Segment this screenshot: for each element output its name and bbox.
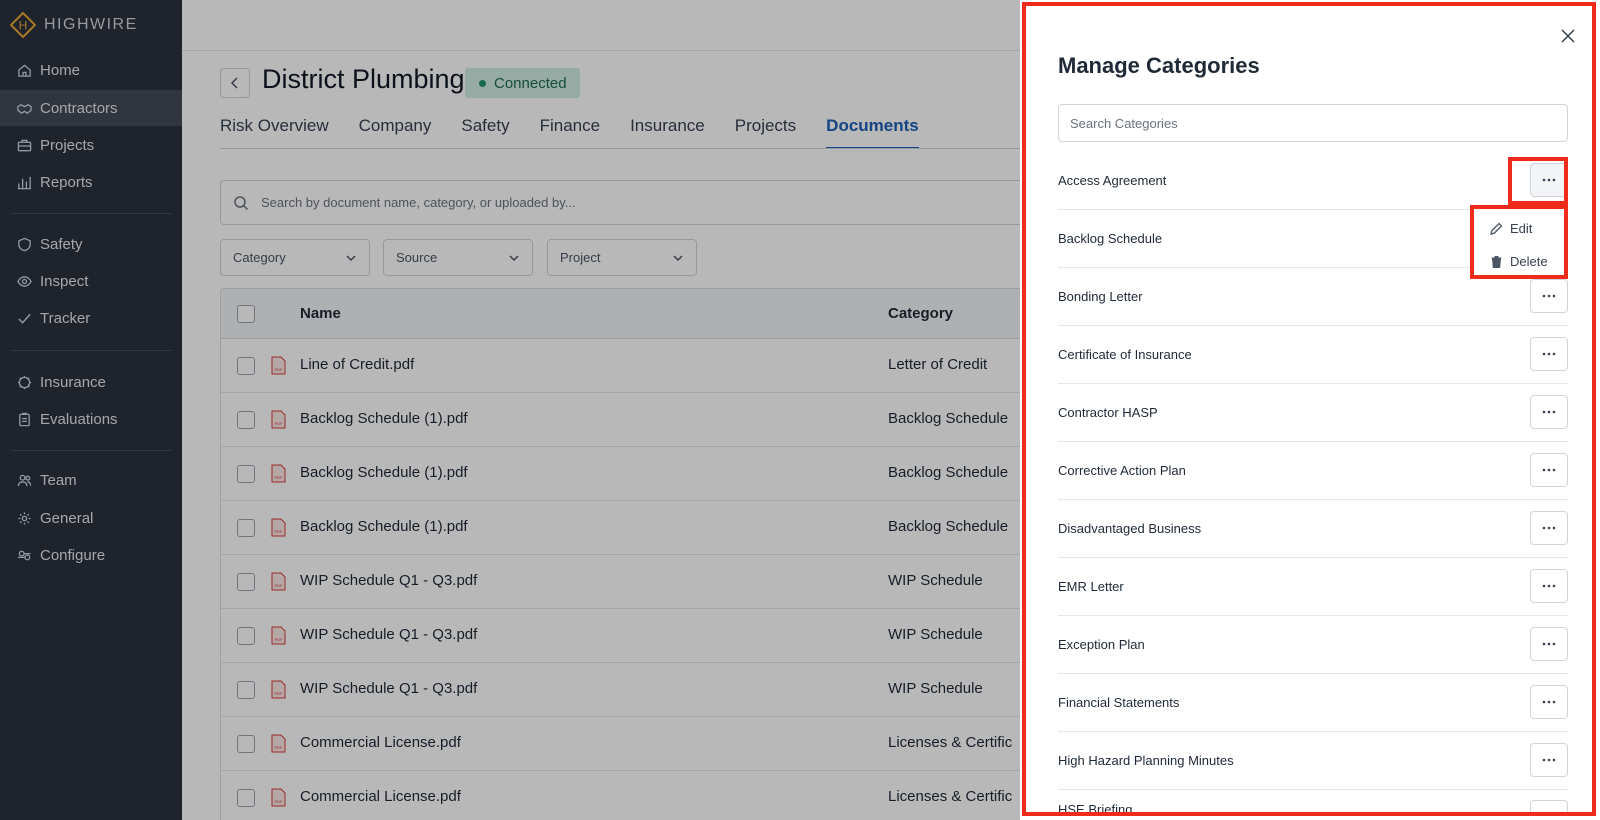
more-horizontal-icon <box>1542 526 1556 530</box>
category-label: Backlog Schedule <box>1058 231 1163 246</box>
more-horizontal-icon <box>1542 584 1556 588</box>
category-search-input[interactable] <box>1058 104 1568 142</box>
trash-icon <box>1491 256 1502 268</box>
category-actions-button[interactable] <box>1530 685 1568 719</box>
category-actions-menu: Edit Delete <box>1470 205 1568 279</box>
delete-menu-item[interactable]: Delete <box>1474 245 1564 278</box>
category-label: Certificate of Insurance <box>1058 347 1192 362</box>
category-actions-button[interactable] <box>1530 511 1568 545</box>
more-horizontal-icon <box>1542 758 1556 762</box>
category-actions-button[interactable] <box>1530 453 1568 487</box>
category-actions-button[interactable] <box>1530 743 1568 777</box>
pencil-icon <box>1490 222 1503 235</box>
category-label: EMR Letter <box>1058 579 1124 594</box>
more-horizontal-icon <box>1542 700 1556 704</box>
category-actions-button[interactable] <box>1530 569 1568 603</box>
category-label: Exception Plan <box>1058 637 1145 652</box>
modal-title: Manage Categories <box>1058 53 1260 78</box>
edit-label: Edit <box>1510 221 1533 236</box>
category-row: High Hazard Planning Minutes <box>1058 732 1568 790</box>
more-horizontal-icon <box>1542 468 1556 472</box>
close-icon <box>1561 29 1575 43</box>
category-row: Disadvantaged Business <box>1058 500 1568 558</box>
category-row: Contractor HASP <box>1058 384 1568 442</box>
category-row: Corrective Action Plan <box>1058 442 1568 500</box>
category-label: Access Agreement <box>1058 173 1167 188</box>
category-label: Financial Statements <box>1058 695 1180 710</box>
category-label: Corrective Action Plan <box>1058 463 1186 478</box>
more-horizontal-icon <box>1542 642 1556 646</box>
category-row: EMR Letter <box>1058 558 1568 616</box>
category-actions-button[interactable] <box>1530 395 1568 429</box>
category-actions-button[interactable] <box>1530 800 1568 816</box>
category-label: Bonding Letter <box>1058 289 1143 304</box>
category-actions-button[interactable] <box>1530 627 1568 661</box>
category-row: Access Agreement <box>1058 152 1568 210</box>
delete-label: Delete <box>1510 254 1548 269</box>
category-label: Contractor HASP <box>1058 405 1158 420</box>
edit-menu-item[interactable]: Edit <box>1474 212 1564 245</box>
category-label: HSE Briefing <box>1058 802 1133 816</box>
category-actions-button[interactable] <box>1530 279 1568 313</box>
category-label: High Hazard Planning Minutes <box>1058 753 1234 768</box>
close-button[interactable] <box>1558 26 1578 46</box>
more-horizontal-icon <box>1542 410 1556 414</box>
category-row: Certificate of Insurance <box>1058 326 1568 384</box>
category-actions-button[interactable] <box>1530 337 1568 371</box>
category-label: Disadvantaged Business <box>1058 521 1202 536</box>
category-row: Exception Plan <box>1058 616 1568 674</box>
category-row: Financial Statements <box>1058 674 1568 732</box>
more-horizontal-icon <box>1542 178 1556 182</box>
more-horizontal-icon <box>1542 352 1556 356</box>
category-actions-button[interactable] <box>1530 163 1568 197</box>
more-horizontal-icon <box>1542 294 1556 298</box>
category-row: HSE Briefing <box>1058 790 1568 816</box>
